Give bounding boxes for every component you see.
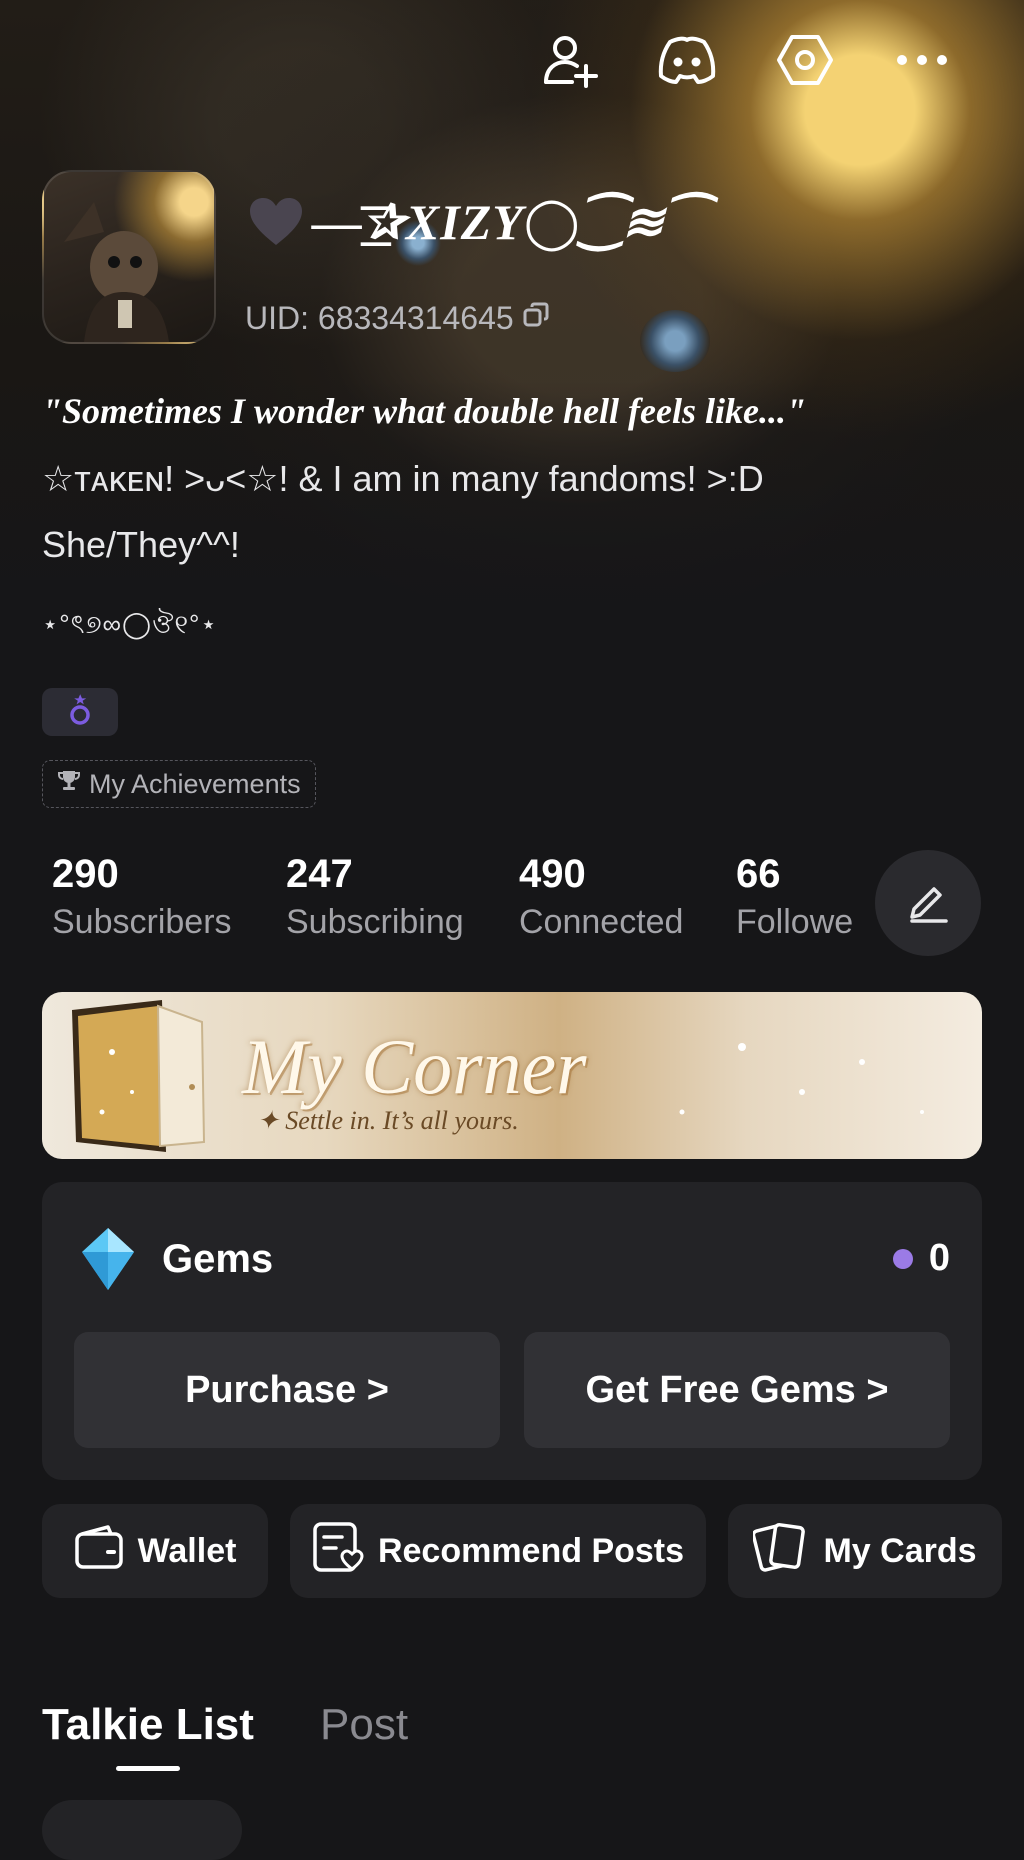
stat-label: Subscribing bbox=[286, 903, 464, 941]
stat-value: 490 bbox=[519, 852, 586, 896]
avatar[interactable] bbox=[42, 170, 216, 344]
my-corner-banner[interactable]: My Corner ✦ Settle in. It’s all yours. bbox=[42, 992, 982, 1159]
purchase-button[interactable]: Purchase > bbox=[74, 1332, 500, 1448]
background-fade bbox=[0, 380, 1024, 760]
stat-followers[interactable]: 66 Followe bbox=[736, 852, 853, 942]
gem-icon bbox=[80, 1226, 136, 1297]
tab-post[interactable]: Post bbox=[320, 1700, 408, 1750]
hexagon-settings-icon[interactable] bbox=[773, 28, 837, 92]
background-eye bbox=[640, 310, 710, 372]
stat-value: 247 bbox=[286, 852, 353, 896]
stat-label: Subscribers bbox=[52, 903, 232, 941]
gems-balance: 0 bbox=[892, 1237, 950, 1280]
username: —͟͞✰XIZY◯⁐≋⁀ bbox=[248, 192, 706, 259]
gems-card: Gems 0 Purchase > Get Free Gems > bbox=[42, 1182, 982, 1480]
discord-icon[interactable] bbox=[655, 28, 719, 92]
bio-quote: "Sometimes I wonder what double hell fee… bbox=[42, 391, 806, 431]
recommend-posts-button[interactable]: Recommend Posts bbox=[290, 1504, 706, 1598]
recommend-posts-icon bbox=[312, 1521, 364, 1582]
recommend-posts-label: Recommend Posts bbox=[377, 1531, 685, 1570]
stat-connected[interactable]: 490 Connected bbox=[519, 852, 683, 942]
gems-count: 0 bbox=[928, 1237, 950, 1279]
heart-icon bbox=[248, 197, 304, 259]
wallet-label: Wallet bbox=[137, 1531, 237, 1570]
copy-icon[interactable] bbox=[522, 300, 550, 337]
active-tab-indicator bbox=[116, 1766, 180, 1771]
trophy-icon bbox=[57, 769, 81, 800]
get-free-gems-button[interactable]: Get Free Gems > bbox=[524, 1332, 950, 1448]
more-icon[interactable] bbox=[890, 28, 954, 92]
gems-title: Gems bbox=[162, 1237, 274, 1281]
gender-badge[interactable] bbox=[42, 688, 118, 736]
banner-subtitle: ✦ Settle in. It’s all yours. bbox=[257, 1106, 519, 1135]
bio-pronouns: She/They^^! bbox=[42, 524, 240, 565]
banner-title: My Corner bbox=[242, 1023, 587, 1110]
bio-decoration: ⋆°ৎ୭∞◯ঔ୧°⋆ bbox=[42, 609, 218, 639]
edit-profile-button[interactable] bbox=[875, 850, 981, 956]
stat-label: Followe bbox=[736, 903, 854, 941]
bio-line: ☆ᴛᴀᴋᴇɴ! >ᴗ<☆! & I am in many fandoms! >:… bbox=[42, 458, 764, 499]
uid-row: UID: 68334314645 bbox=[245, 300, 550, 337]
stat-label: Connected bbox=[519, 903, 684, 941]
stat-value: 66 bbox=[736, 852, 781, 896]
wallet-button[interactable]: Wallet bbox=[42, 1504, 268, 1598]
stat-subscribers[interactable]: 290 Subscribers bbox=[52, 852, 232, 942]
achievements-button[interactable]: My Achievements bbox=[42, 760, 316, 808]
add-friend-icon[interactable] bbox=[538, 28, 602, 92]
edit-pencil-icon bbox=[906, 879, 950, 928]
achievements-label: My Achievements bbox=[89, 768, 301, 799]
uid-text: UID: 68334314645 bbox=[245, 300, 514, 336]
stat-subscribing[interactable]: 247 Subscribing bbox=[286, 852, 464, 942]
gem-dot-icon bbox=[892, 1248, 913, 1269]
stat-value: 290 bbox=[52, 852, 119, 896]
gender-icon bbox=[67, 693, 93, 732]
my-cards-label: My Cards bbox=[823, 1531, 977, 1570]
cards-icon bbox=[752, 1520, 809, 1583]
tab-talkie-list[interactable]: Talkie List bbox=[42, 1700, 254, 1750]
username-text: —͟͞✰XIZY◯⁐≋⁀ bbox=[312, 194, 707, 250]
talkie-list-item[interactable] bbox=[42, 1800, 242, 1860]
my-cards-button[interactable]: My Cards bbox=[728, 1504, 1002, 1598]
wallet-icon bbox=[74, 1524, 124, 1579]
